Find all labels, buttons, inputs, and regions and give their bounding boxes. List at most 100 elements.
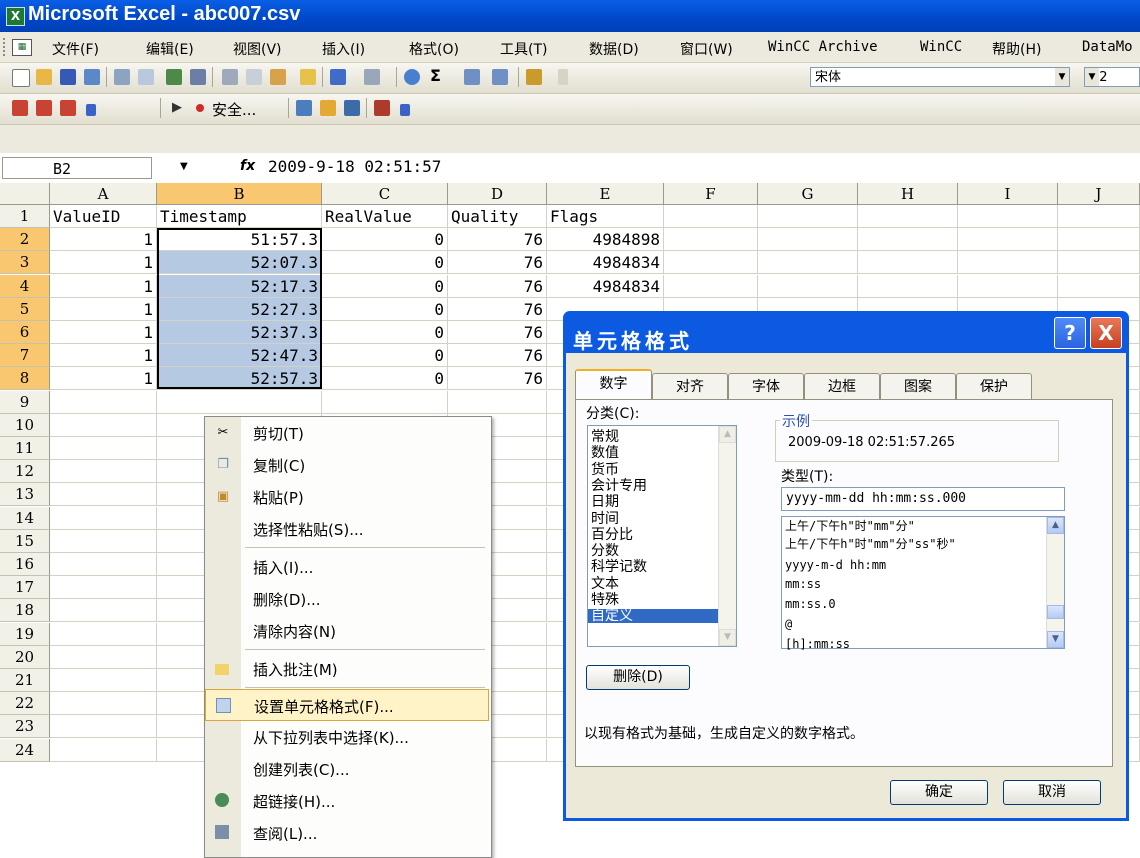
- cell[interactable]: [322, 390, 448, 414]
- menu-data[interactable]: 数据(D): [589, 39, 639, 59]
- cell[interactable]: [758, 274, 858, 298]
- menu-file[interactable]: 文件(F): [52, 39, 99, 59]
- tab-alignment[interactable]: 对齐: [652, 373, 728, 399]
- column-header-f[interactable]: F: [664, 183, 758, 205]
- row-header[interactable]: 11: [0, 437, 50, 460]
- cell[interactable]: 0: [322, 297, 448, 321]
- category-item[interactable]: 特殊: [591, 593, 619, 607]
- tab-border[interactable]: 边框: [804, 373, 880, 399]
- context-menu-paste[interactable]: ▣ 粘贴(P): [205, 481, 489, 513]
- cell[interactable]: 1: [50, 228, 157, 252]
- format-type-item[interactable]: yyyy-m-d hh:mm: [785, 558, 886, 572]
- cell[interactable]: 1: [50, 274, 157, 298]
- scroll-thumb[interactable]: [1047, 605, 1064, 619]
- cell[interactable]: 0: [322, 367, 448, 391]
- cell[interactable]: [50, 692, 157, 716]
- design-mode-icon[interactable]: [344, 100, 360, 116]
- cell[interactable]: 4984898: [547, 228, 664, 252]
- category-item[interactable]: 百分比: [591, 528, 633, 542]
- cell[interactable]: [50, 645, 157, 669]
- column-header-d[interactable]: D: [448, 183, 547, 205]
- row-header[interactable]: 5: [0, 297, 50, 321]
- header-cell[interactable]: Quality: [448, 205, 547, 228]
- menu-wincc[interactable]: WinCC: [920, 39, 962, 55]
- cell[interactable]: [758, 251, 858, 275]
- scroll-down-icon[interactable]: ▼: [719, 629, 736, 646]
- category-item[interactable]: 文本: [591, 577, 619, 591]
- cell[interactable]: [958, 228, 1058, 252]
- cell[interactable]: [50, 738, 157, 762]
- open-icon[interactable]: [36, 69, 52, 85]
- new-icon[interactable]: [12, 69, 30, 87]
- tab-font[interactable]: 字体: [728, 373, 804, 399]
- tab-patterns[interactable]: 图案: [880, 373, 956, 399]
- column-header-j[interactable]: J: [1058, 183, 1140, 205]
- cell[interactable]: [50, 599, 157, 623]
- row-header[interactable]: 17: [0, 576, 50, 600]
- menu-view[interactable]: 视图(V): [233, 39, 282, 59]
- cell[interactable]: 1: [50, 367, 157, 391]
- pdf-convert-icon[interactable]: [12, 100, 28, 116]
- row-header[interactable]: 24: [0, 738, 50, 762]
- cell[interactable]: [50, 413, 157, 437]
- pdf-convert-mail-icon[interactable]: [36, 100, 52, 116]
- toolbar-grip-icon[interactable]: [3, 38, 8, 56]
- help-icon[interactable]: ?: [1054, 317, 1086, 349]
- cell[interactable]: 76: [448, 274, 547, 298]
- row-header[interactable]: 9: [0, 390, 50, 414]
- cell[interactable]: 76: [448, 344, 547, 368]
- menu-edit[interactable]: 编辑(E): [146, 39, 194, 59]
- row-header[interactable]: 21: [0, 669, 50, 692]
- row-header[interactable]: 12: [0, 460, 50, 484]
- cell[interactable]: [50, 669, 157, 692]
- context-menu-insert-comment[interactable]: 插入批注(M): [205, 653, 489, 685]
- cell[interactable]: [858, 228, 958, 252]
- toolbar-options-icon[interactable]: [400, 104, 410, 116]
- cell[interactable]: 0: [322, 228, 448, 252]
- hyperlink-icon[interactable]: [404, 69, 420, 85]
- cut-icon[interactable]: [222, 69, 238, 85]
- cell[interactable]: [958, 251, 1058, 275]
- undo-icon[interactable]: [330, 69, 346, 85]
- row-header[interactable]: 4: [0, 274, 50, 298]
- delete-format-button[interactable]: 删除(D): [586, 665, 690, 690]
- formula-value[interactable]: 2009-9-18 02:51:57: [268, 157, 441, 176]
- category-list[interactable]: 常规 数值 货币 会计专用 日期 时间 百分比 分数 科学记数 文本 特殊 自定义 ▲ ▼: [587, 425, 737, 647]
- context-menu-hyperlink[interactable]: 超链接(H)...: [205, 785, 489, 817]
- chevron-down-icon[interactable]: ▼: [1085, 68, 1099, 86]
- cell[interactable]: 4984834: [547, 274, 664, 298]
- context-menu-delete[interactable]: 删除(D)...: [205, 583, 489, 615]
- scroll-down-icon[interactable]: ▼: [1047, 631, 1064, 648]
- header-cell[interactable]: Flags: [547, 205, 664, 228]
- category-item[interactable]: 分数: [591, 544, 619, 558]
- menu-window[interactable]: 窗口(W): [680, 39, 733, 59]
- category-item[interactable]: 科学记数: [591, 560, 647, 574]
- column-header-h[interactable]: H: [858, 183, 958, 205]
- run-macro-icon[interactable]: ▶: [172, 100, 188, 116]
- visual-basic-editor-icon[interactable]: [296, 100, 312, 116]
- context-menu-pick-from-list[interactable]: 从下拉列表中选择(K)...: [205, 721, 489, 753]
- cell[interactable]: [758, 228, 858, 252]
- category-item[interactable]: 货币: [591, 463, 619, 477]
- toolbar-options-icon[interactable]: [558, 69, 568, 85]
- format-type-item[interactable]: mm:ss.0: [785, 597, 836, 611]
- chevron-down-icon[interactable]: ▼: [1055, 68, 1069, 86]
- column-header-e[interactable]: E: [547, 183, 664, 205]
- column-header-i[interactable]: I: [958, 183, 1058, 205]
- menu-datamonitor[interactable]: DataMo: [1082, 39, 1133, 55]
- close-icon[interactable]: X: [1090, 317, 1122, 349]
- cell[interactable]: 76: [448, 367, 547, 391]
- category-scrollbar[interactable]: ▲ ▼: [718, 426, 736, 646]
- tab-protection[interactable]: 保护: [956, 373, 1032, 399]
- cell[interactable]: 1: [50, 251, 157, 275]
- context-menu-clear-contents[interactable]: 清除内容(N): [205, 615, 489, 647]
- row-header[interactable]: 14: [0, 506, 50, 530]
- cell[interactable]: 0: [322, 251, 448, 275]
- cell[interactable]: [50, 576, 157, 600]
- name-box-dropdown-icon[interactable]: ▼: [180, 161, 188, 172]
- ok-button[interactable]: 确定: [890, 780, 988, 805]
- row-header[interactable]: 3: [0, 251, 50, 275]
- format-type-item[interactable]: 上午/下午h"时"mm"分"ss"秒": [785, 537, 956, 551]
- row-header[interactable]: 6: [0, 321, 50, 344]
- cell[interactable]: [50, 390, 157, 414]
